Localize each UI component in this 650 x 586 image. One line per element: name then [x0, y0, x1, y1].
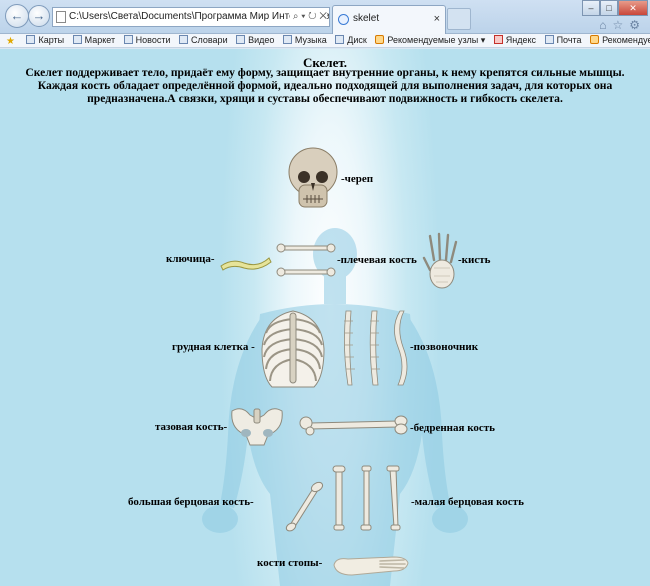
fav-label: Рекомендуемые узлы ▾	[602, 35, 650, 45]
arrow-right-icon: →	[32, 8, 46, 23]
fav-label: Диск	[347, 35, 367, 45]
fav-label: Карты	[38, 35, 65, 45]
fav-label: Яндекс	[505, 35, 537, 45]
pelvis-label: тазовая кость-	[155, 421, 228, 433]
hand-label: -кисть	[458, 254, 491, 266]
page-icon	[282, 35, 292, 44]
fav-label: Рекомендуемые узлы ▾	[387, 35, 486, 45]
fav-label: Музыка	[294, 35, 327, 45]
address-bar[interactable]: C:\Users\Света\Documents\Программа Мир И…	[52, 7, 330, 27]
ribcage-label: грудная клетка -	[172, 341, 255, 353]
tab-skelet[interactable]: skelet ×	[332, 5, 446, 34]
fav-label: Словари	[191, 35, 228, 45]
page-icon	[56, 11, 66, 23]
fav-item[interactable]: Карты	[26, 34, 64, 47]
collarbone-image[interactable]	[218, 252, 272, 272]
fibula-label: -малая берцовая кость	[411, 496, 524, 508]
star-icon: ★	[6, 36, 15, 47]
favorites-star[interactable]: ★	[6, 34, 18, 47]
fav-item[interactable]: Музыка	[282, 34, 327, 47]
orange-icon	[590, 35, 600, 44]
femur-image[interactable]	[298, 415, 410, 437]
collarbone-label: ключица-	[166, 253, 215, 265]
fav-item[interactable]: Словари	[179, 34, 228, 47]
page-icon	[26, 35, 36, 44]
foot-label: кости стопы-	[257, 557, 323, 569]
fav-item[interactable]: Почта	[544, 34, 582, 47]
close-window-button[interactable]: ✕	[618, 0, 648, 16]
address-tools[interactable]: ⌕ ▾ ↻ ✕	[289, 8, 327, 26]
ie-page-icon	[338, 14, 349, 25]
spine-label: -позвоночник	[410, 341, 479, 353]
shoulder-bone-image[interactable]	[276, 243, 336, 279]
yandex-icon	[493, 35, 503, 44]
foot-image[interactable]	[330, 551, 410, 581]
spine-image[interactable]	[338, 307, 412, 389]
tibia-image[interactable]	[284, 481, 324, 533]
fav-label: Маркет	[84, 35, 116, 45]
tab-title: skelet	[353, 13, 380, 24]
home-favorites-tools-icons[interactable]: ⌂☆⚙	[599, 18, 646, 32]
fav-label: Почта	[556, 35, 582, 45]
page-icon	[544, 35, 554, 44]
forward-button[interactable]: →	[28, 5, 50, 27]
page-content: Скелет. Скелет поддерживает тело, придаё…	[0, 49, 650, 586]
fav-item[interactable]: Видео	[236, 34, 274, 47]
page-icon	[236, 35, 246, 44]
browser-toolbar: ← → C:\Users\Света\Documents\Программа М…	[0, 0, 650, 34]
femur-label: -бедренная кость	[410, 422, 495, 434]
fav-item[interactable]: Яндекс	[493, 34, 537, 47]
hand-image[interactable]	[422, 232, 462, 296]
ribcage-image[interactable]	[258, 307, 328, 389]
page-icon	[72, 35, 82, 44]
pelvis-image[interactable]	[228, 403, 286, 447]
shoulder-label: -плечевая кость	[337, 254, 417, 266]
skull-label: -череп	[341, 173, 374, 185]
page-icon	[335, 35, 345, 44]
page-intro: Скелет поддерживает тело, придаёт ему фо…	[25, 66, 625, 105]
fav-label: Новости	[135, 35, 171, 45]
tibia-label: большая берцовая кость-	[128, 496, 254, 508]
orange-icon	[375, 35, 385, 44]
tab-close-icon[interactable]: ×	[434, 6, 440, 32]
fav-item[interactable]: Маркет	[72, 34, 116, 47]
arrow-left-icon: ←	[10, 8, 24, 23]
fav-label: Видео	[248, 35, 275, 45]
fav-item[interactable]: Новости	[123, 34, 171, 47]
fibula-image[interactable]	[328, 463, 408, 533]
page-icon	[123, 35, 133, 44]
fav-item[interactable]: Рекомендуемые узлы ▾	[590, 34, 650, 47]
skull-image[interactable]	[287, 147, 339, 213]
page-icon	[179, 35, 189, 44]
new-tab-button[interactable]	[447, 8, 471, 30]
back-button[interactable]: ←	[5, 4, 29, 28]
fav-item[interactable]: Диск	[335, 34, 367, 47]
fav-item[interactable]: Рекомендуемые узлы ▾	[375, 34, 485, 47]
minimize-button[interactable]: –	[582, 0, 600, 16]
window-controls: – □ ✕	[582, 0, 648, 16]
favorites-bar: ★ Карты Маркет Новости Словари Видео Муз…	[0, 34, 650, 48]
maximize-button[interactable]: □	[600, 0, 618, 16]
